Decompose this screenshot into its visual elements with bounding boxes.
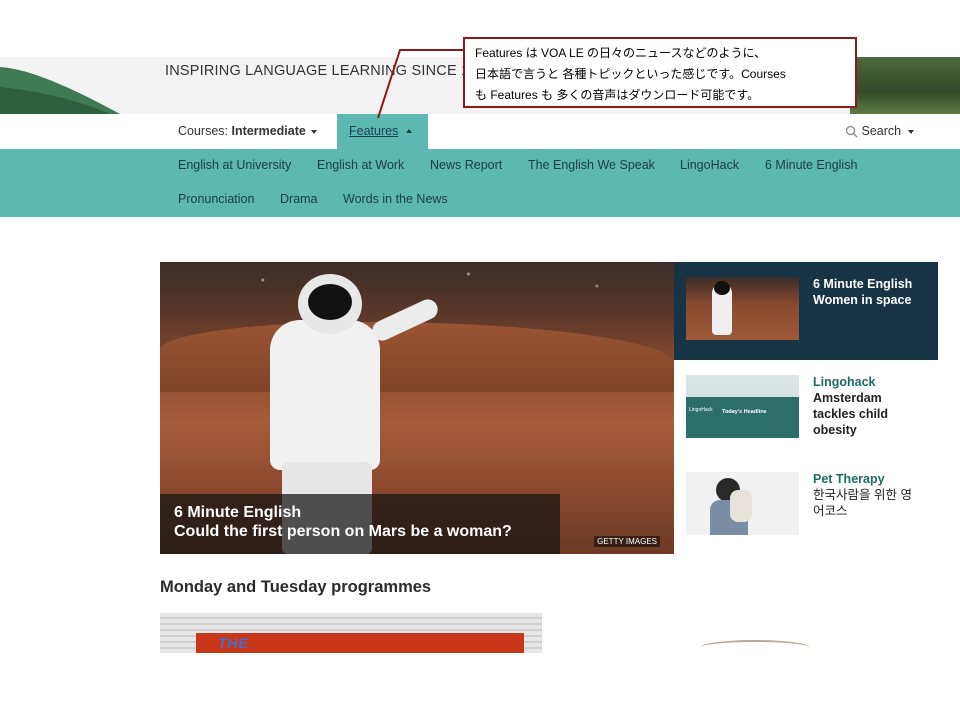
annotation-line: 日本語で言うと 各種トピックといった感じです。Courses: [475, 67, 786, 81]
thumb-headline-bar: [686, 397, 799, 438]
promo-title-text: THE: [218, 635, 249, 651]
submenu-drama[interactable]: Drama: [280, 192, 318, 206]
courses-label: Courses:: [178, 124, 229, 138]
card-2-title-line: Amsterdam: [813, 391, 882, 405]
card-3-title-line: 어코스: [813, 504, 848, 518]
programme-promo-image[interactable]: THE: [160, 613, 542, 653]
submenu-pronunciation[interactable]: Pronunciation: [178, 192, 254, 206]
hero-caption: 6 Minute English Could the first person …: [160, 494, 560, 554]
submenu-english-at-university[interactable]: English at University: [178, 158, 291, 172]
banner-landscape-graphic: [850, 57, 960, 114]
thumb-astronaut-visor: [714, 281, 730, 295]
features-tab[interactable]: Features: [337, 114, 428, 149]
programme-promo-image-2[interactable]: [700, 640, 810, 655]
courses-dropdown[interactable]: Courses: Intermediate: [178, 124, 319, 138]
section-heading: Monday and Tuesday programmes: [160, 578, 432, 596]
hero-mars-ridge: [160, 322, 674, 392]
hero-title: Could the first person on Mars be a woma…: [174, 523, 512, 540]
card-3-text[interactable]: Pet Therapy 한국사람을 위한 영 어코스: [813, 471, 912, 519]
courses-value: Intermediate: [231, 124, 306, 138]
card-3-series: Pet Therapy: [813, 472, 885, 486]
card-1-title: Women in space: [813, 293, 912, 307]
card-2-title-line: tackles child: [813, 407, 889, 421]
submenu-words-in-the-news[interactable]: Words in the News: [343, 192, 448, 206]
submenu-english-at-work[interactable]: English at Work: [317, 158, 404, 172]
submenu-news-report[interactable]: News Report: [430, 158, 502, 172]
card-2-series: Lingohack: [813, 375, 876, 389]
card-3-title-line: 한국사람을 위한 영: [813, 488, 912, 502]
thumb-logo: LingoHack: [689, 407, 713, 413]
card-1-series: 6 Minute English: [813, 277, 913, 291]
card-1-text[interactable]: 6 Minute English Women in space: [813, 276, 912, 308]
banner-tagline: INSPIRING LANGUAGE LEARNING SINCE 1: [165, 63, 470, 79]
submenu-the-english-we-speak[interactable]: The English We Speak: [528, 158, 655, 172]
hero-image-credit: GETTY IMAGES: [594, 536, 660, 547]
hero-astronaut-visor: [308, 284, 352, 320]
card-thumbnail-pet-therapy[interactable]: [686, 472, 799, 535]
submenu-6-minute-english[interactable]: 6 Minute English: [765, 158, 857, 172]
features-label: Features: [349, 124, 399, 138]
hero-astronaut-body: [270, 320, 380, 470]
banner-hill-graphic: [0, 67, 120, 114]
annotation-line: Features は VOA LE の日々のニュースなどのように、: [475, 46, 767, 60]
search-button[interactable]: Search: [845, 124, 917, 138]
card-2-text[interactable]: Lingohack Amsterdam tackles child obesit…: [813, 374, 888, 438]
thumb-pet: [730, 490, 752, 522]
annotation-line: も Features も 多くの音声はダウンロード可能です。: [475, 88, 760, 102]
card-thumbnail-astronaut[interactable]: [686, 277, 799, 340]
annotation-callout: Features は VOA LE の日々のニュースなどのように、 日本語で言う…: [463, 37, 857, 108]
thumb-headline: Today's Headline: [722, 409, 767, 415]
search-label: Search: [861, 124, 902, 138]
card-2-title-line: obesity: [813, 423, 857, 437]
chevron-down-icon: [907, 129, 914, 134]
hero-series: 6 Minute English: [174, 504, 302, 521]
search-icon: [845, 126, 858, 138]
main-nav: Courses: Intermediate Features Search: [0, 114, 960, 149]
features-submenu: English at University English at Work Ne…: [0, 149, 960, 217]
chevron-down-icon: [311, 129, 318, 134]
chevron-up-icon: [406, 129, 412, 133]
hero-feature[interactable]: 6 Minute English Could the first person …: [160, 262, 674, 554]
card-thumbnail-lingohack[interactable]: LingoHack Today's Headline: [686, 375, 799, 438]
submenu-lingohack[interactable]: LingoHack: [680, 158, 739, 172]
